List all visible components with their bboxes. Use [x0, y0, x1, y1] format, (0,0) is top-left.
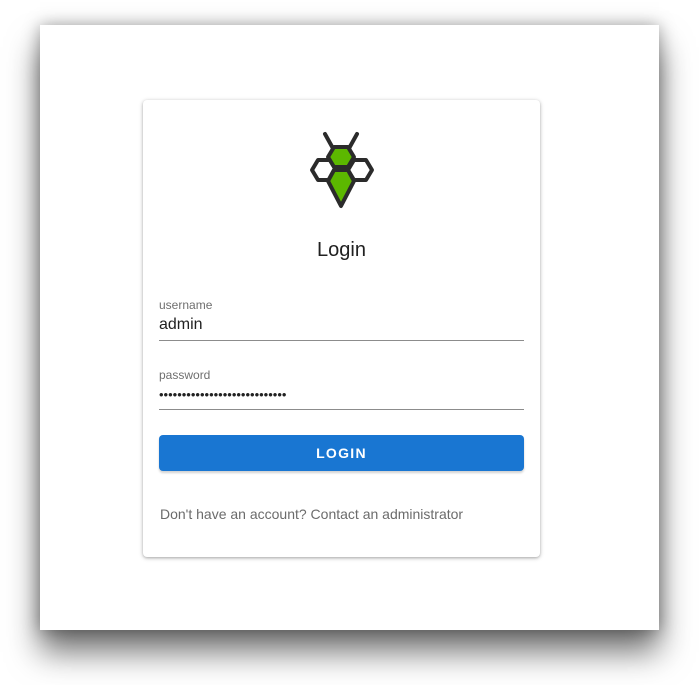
password-input[interactable] [159, 382, 524, 410]
password-field: password [159, 368, 524, 410]
username-field: username [159, 298, 524, 341]
username-label: username [159, 298, 213, 312]
login-title: Login [317, 239, 366, 261]
password-label: password [159, 368, 211, 382]
username-input[interactable] [159, 312, 524, 341]
login-card: Login username password LOGIN Don't have… [143, 100, 540, 557]
login-button[interactable]: LOGIN [159, 435, 524, 471]
bee-logo-icon [310, 132, 374, 208]
browser-window: Login username password LOGIN Don't have… [40, 25, 659, 630]
contact-admin-text: Don't have an account? Contact an admini… [160, 506, 464, 522]
